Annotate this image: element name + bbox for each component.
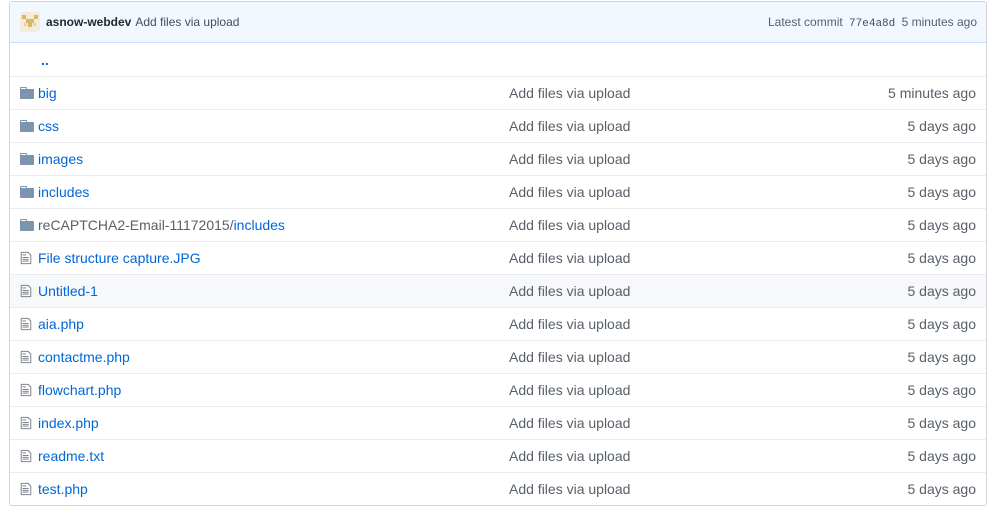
parent-dir-link[interactable]: ..	[10, 52, 49, 68]
file-name[interactable]: includes	[38, 184, 89, 200]
commit-message-link[interactable]: Add files via upload	[135, 15, 239, 29]
commit-sha-link[interactable]: 77e4a8d	[849, 18, 895, 30]
latest-commit-info: Latest commit 77e4a8d 5 minutes ago	[768, 15, 977, 30]
folder-icon	[10, 219, 38, 231]
commit-message-link[interactable]: Add files via upload	[509, 481, 809, 497]
file-name[interactable]: css	[38, 118, 59, 134]
file-name-link[interactable]: includes	[38, 184, 509, 200]
file-name-link[interactable]: File structure capture.JPG	[38, 250, 509, 266]
file-icon	[10, 251, 38, 265]
file-row[interactable]: flowchart.php Add files via upload 5 days …	[10, 373, 986, 406]
file-row[interactable]: big Add files via upload 5 minutes ago	[10, 76, 986, 109]
file-icon	[10, 317, 38, 331]
file-name-link[interactable]: css	[38, 118, 509, 134]
path-prefix[interactable]: reCAPTCHA2-Email-11172015/	[38, 217, 234, 233]
file-name-link[interactable]: index.php	[38, 415, 509, 431]
file-name[interactable]: readme.txt	[38, 448, 104, 464]
latest-commit-label: Latest commit	[768, 14, 843, 29]
file-name[interactable]: big	[38, 85, 57, 101]
commit-message-link[interactable]: Add files via upload	[509, 118, 809, 134]
file-name[interactable]: contactme.php	[38, 349, 130, 365]
file-icon	[10, 350, 38, 364]
folder-icon	[10, 186, 38, 198]
commit-age: 5 days ago	[907, 283, 977, 299]
commit-age: 5 minutes ago	[888, 85, 976, 101]
commit-age: 5 days ago	[907, 448, 977, 464]
file-name[interactable]: Untitled-1	[38, 283, 98, 299]
file-row[interactable]: reCAPTCHA2-Email-11172015/includes Add fi…	[10, 208, 986, 241]
file-row[interactable]: contactme.php Add files via upload 5 days …	[10, 340, 986, 373]
commit-age: 5 days ago	[907, 316, 977, 332]
folder-icon	[10, 87, 38, 99]
file-icon	[10, 482, 38, 496]
file-name-link[interactable]: readme.txt	[38, 448, 509, 464]
file-name-link[interactable]: images	[38, 151, 509, 167]
commit-age: 5 days ago	[907, 217, 977, 233]
commit-message-link[interactable]: Add files via upload	[509, 250, 809, 266]
commit-age: 5 days ago	[907, 415, 977, 431]
file-name[interactable]: flowchart.php	[38, 382, 121, 398]
commit-age: 5 days ago	[907, 118, 977, 134]
commit-message-link[interactable]: Add files via upload	[509, 217, 809, 233]
commit-message-link[interactable]: Add files via upload	[509, 283, 809, 299]
file-row[interactable]: File structure capture.JPG Add files via …	[10, 241, 986, 274]
commit-age: 5 days ago	[907, 184, 977, 200]
file-name-link[interactable]: flowchart.php	[38, 382, 509, 398]
file-icon	[10, 284, 38, 298]
identicon-avatar-icon	[22, 15, 38, 27]
file-icon	[10, 383, 38, 397]
file-browser: asnow-webdev Add files via upload Latest…	[9, 1, 987, 506]
file-name[interactable]: test.php	[38, 481, 88, 497]
file-name-link[interactable]: test.php	[38, 481, 509, 497]
parent-dir-row[interactable]: ..	[10, 43, 986, 76]
commit-message-link[interactable]: Add files via upload	[509, 316, 809, 332]
file-row[interactable]: Untitled-1 Add files via upload 5 days ago	[10, 274, 986, 307]
commit-message-link[interactable]: Add files via upload	[509, 448, 809, 464]
commit-message-link[interactable]: Add files via upload	[509, 415, 809, 431]
commit-age: 5 days ago	[907, 349, 977, 365]
commit-age: 5 days ago	[907, 151, 977, 167]
file-name-link[interactable]: aia.php	[38, 316, 509, 332]
commit-tease: asnow-webdev Add files via upload Latest…	[10, 2, 986, 43]
commit-age: 5 minutes ago	[901, 14, 977, 29]
file-name-link[interactable]: Untitled-1	[38, 283, 509, 299]
commit-message-link[interactable]: Add files via upload	[509, 382, 809, 398]
file-row[interactable]: includes Add files via upload 5 days ago	[10, 175, 986, 208]
file-row[interactable]: images Add files via upload 5 days ago	[10, 142, 986, 175]
file-row[interactable]: css Add files via upload 5 days ago	[10, 109, 986, 142]
file-name-link[interactable]: big	[38, 85, 509, 101]
file-row[interactable]: readme.txt Add files via upload 5 days ago	[10, 439, 986, 472]
file-name[interactable]: aia.php	[38, 316, 84, 332]
file-row[interactable]: aia.php Add files via upload 5 days ago	[10, 307, 986, 340]
file-row[interactable]: test.php Add files via upload 5 days ago	[10, 472, 986, 505]
file-name[interactable]: index.php	[38, 415, 99, 431]
file-name[interactable]: includes	[234, 217, 285, 233]
commit-message-link[interactable]: Add files via upload	[509, 349, 809, 365]
commit-age: 5 days ago	[907, 382, 977, 398]
commit-author-link[interactable]: asnow-webdev	[46, 15, 131, 29]
folder-icon	[10, 153, 38, 165]
avatar[interactable]	[20, 12, 40, 32]
file-list: .. big Add files via upload 5 minutes ago c…	[10, 43, 986, 505]
commit-message-link[interactable]: Add files via upload	[509, 184, 809, 200]
file-name-link[interactable]: reCAPTCHA2-Email-11172015/includes	[38, 217, 509, 233]
file-icon	[10, 449, 38, 463]
file-row[interactable]: index.php Add files via upload 5 days ago	[10, 406, 986, 439]
file-name[interactable]: File structure capture.JPG	[38, 250, 201, 266]
commit-age: 5 days ago	[907, 250, 977, 266]
file-name[interactable]: images	[38, 151, 83, 167]
file-name-link[interactable]: contactme.php	[38, 349, 509, 365]
file-icon	[10, 416, 38, 430]
commit-message-link[interactable]: Add files via upload	[509, 151, 809, 167]
commit-age: 5 days ago	[907, 481, 977, 497]
folder-icon	[10, 120, 38, 132]
commit-message-link[interactable]: Add files via upload	[509, 85, 809, 101]
